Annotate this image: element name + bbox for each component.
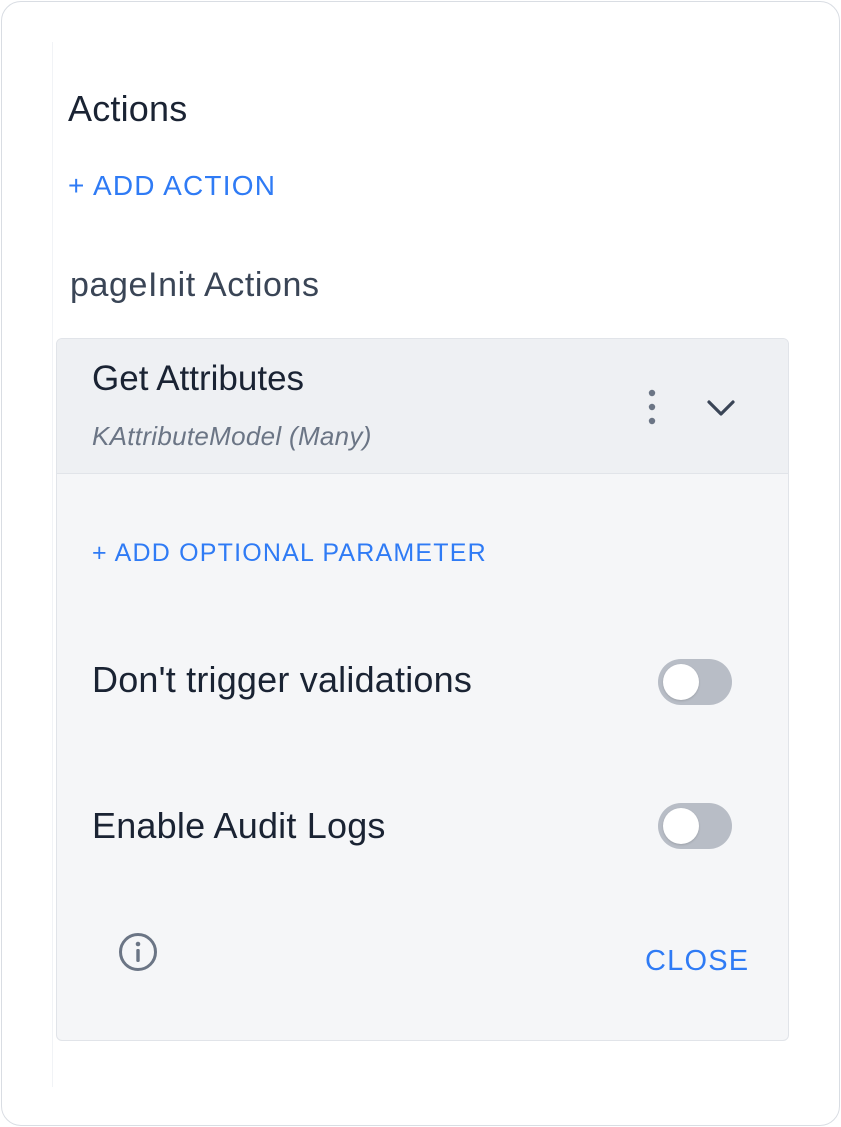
- actions-panel: Actions + ADD ACTION pageInit Actions Ge…: [1, 1, 840, 1126]
- enable-audit-logs-toggle[interactable]: [658, 803, 732, 849]
- add-optional-parameter-button[interactable]: + ADD OPTIONAL PARAMETER: [92, 539, 487, 568]
- info-icon[interactable]: [117, 931, 159, 973]
- dont-trigger-validations-label: Don't trigger validations: [92, 659, 473, 700]
- enable-audit-logs-label: Enable Audit Logs: [92, 805, 386, 846]
- add-action-button[interactable]: + ADD ACTION: [68, 170, 276, 202]
- kebab-menu-icon[interactable]: [637, 387, 667, 429]
- action-subtitle: KAttributeModel (Many): [92, 421, 372, 451]
- action-card-header[interactable]: Get Attributes KAttributeModel (Many): [57, 339, 788, 474]
- dont-trigger-validations-toggle[interactable]: [658, 659, 732, 705]
- toggle-knob: [663, 664, 699, 700]
- action-card: Get Attributes KAttributeModel (Many) + …: [56, 338, 789, 1041]
- action-title: Get Attributes: [92, 359, 305, 398]
- section-title: Actions: [68, 88, 188, 129]
- chevron-down-icon[interactable]: [701, 391, 741, 425]
- group-title: pageInit Actions: [70, 266, 320, 304]
- panel-divider: [52, 42, 53, 1087]
- close-button[interactable]: CLOSE: [645, 945, 749, 978]
- toggle-knob: [663, 808, 699, 844]
